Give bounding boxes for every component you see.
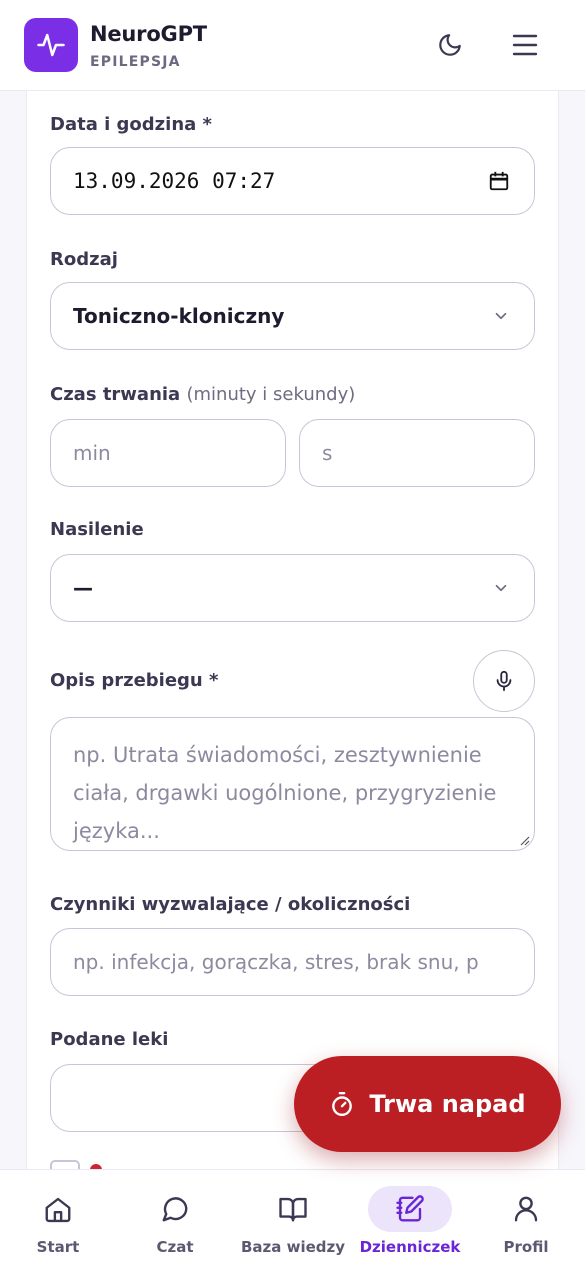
chat-bubble-icon (162, 1197, 188, 1222)
type-label: Rodzaj (50, 249, 118, 270)
triggers-label: Czynniki wyzwalające / okoliczności (50, 894, 411, 915)
nav-label-knowledge-base: Baza wiedzy (240, 1238, 346, 1256)
pulse-icon (37, 33, 65, 57)
microphone-icon (496, 670, 512, 692)
bottom-navigation: Start Czat Baza wiedzy Dzienniczek Profi… (0, 1169, 585, 1266)
stopwatch-icon (332, 1091, 353, 1117)
minutes-placeholder: min (73, 441, 111, 465)
nav-item-chat[interactable]: Czat (133, 1170, 217, 1266)
severity-selected-value: — (73, 576, 93, 600)
duration-minutes-input[interactable]: min (50, 419, 286, 487)
duration-hint: (minuty i sekundy) (186, 384, 356, 405)
nav-label-profile: Profil (503, 1238, 549, 1256)
triggers-placeholder: np. infekcja, gorączka, stres, brak snu,… (73, 950, 479, 974)
hamburger-icon (512, 34, 538, 56)
duration-label-text: Czas trwania (50, 384, 181, 405)
user-icon (514, 1196, 538, 1222)
description-label: Opis przebiegu * (50, 670, 219, 691)
triggers-input[interactable]: np. infekcja, gorączka, stres, brak snu,… (50, 928, 535, 996)
brand-name: NeuroGPT (90, 22, 207, 46)
nav-item-journal[interactable]: Dzienniczek (360, 1170, 460, 1266)
chevron-down-icon (492, 579, 510, 597)
datetime-label: Data i godzina * (50, 114, 212, 135)
type-selected-value: Toniczno-kloniczny (73, 304, 285, 328)
seconds-placeholder: s (322, 441, 333, 465)
theme-toggle-button[interactable] (433, 28, 467, 62)
seizure-in-progress-button[interactable]: Trwa napad (294, 1056, 561, 1152)
nav-label-journal: Dzienniczek (359, 1238, 461, 1256)
fab-label: Trwa napad (369, 1090, 526, 1118)
datetime-input[interactable]: 13.09.2026 07:27 (50, 147, 535, 215)
severity-label: Nasilenie (50, 519, 144, 540)
app-header: NeuroGPT EPILEPSJA (0, 0, 585, 91)
brand-subtitle: EPILEPSJA (90, 54, 181, 70)
nav-label-start: Start (36, 1238, 80, 1256)
app-logo[interactable] (24, 18, 78, 72)
journal-edit-icon (396, 1195, 424, 1222)
nav-item-start[interactable]: Start (16, 1170, 100, 1266)
calendar-icon[interactable] (488, 170, 510, 192)
severity-select[interactable]: — (50, 554, 535, 622)
duration-label: Czas trwania (minuty i sekundy) (50, 384, 355, 405)
home-icon (45, 1197, 71, 1223)
nav-label-chat: Czat (156, 1238, 194, 1256)
nav-item-profile[interactable]: Profil (484, 1170, 568, 1266)
voice-input-button[interactable] (473, 650, 535, 712)
resize-handle-icon[interactable] (518, 834, 530, 846)
menu-button[interactable] (508, 28, 542, 62)
description-placeholder: np. Utrata świadomości, zesztywnienie ci… (73, 743, 497, 843)
datetime-value: 13.09.2026 07:27 (73, 169, 276, 193)
nav-item-knowledge-base[interactable]: Baza wiedzy (240, 1170, 346, 1266)
book-icon (279, 1197, 307, 1222)
moon-icon (439, 34, 461, 56)
description-textarea[interactable]: np. Utrata świadomości, zesztywnienie ci… (50, 717, 535, 851)
chevron-down-icon (492, 307, 510, 325)
type-select[interactable]: Toniczno-kloniczny (50, 282, 535, 350)
meds-label: Podane leki (50, 1029, 169, 1050)
duration-seconds-input[interactable]: s (299, 419, 535, 487)
